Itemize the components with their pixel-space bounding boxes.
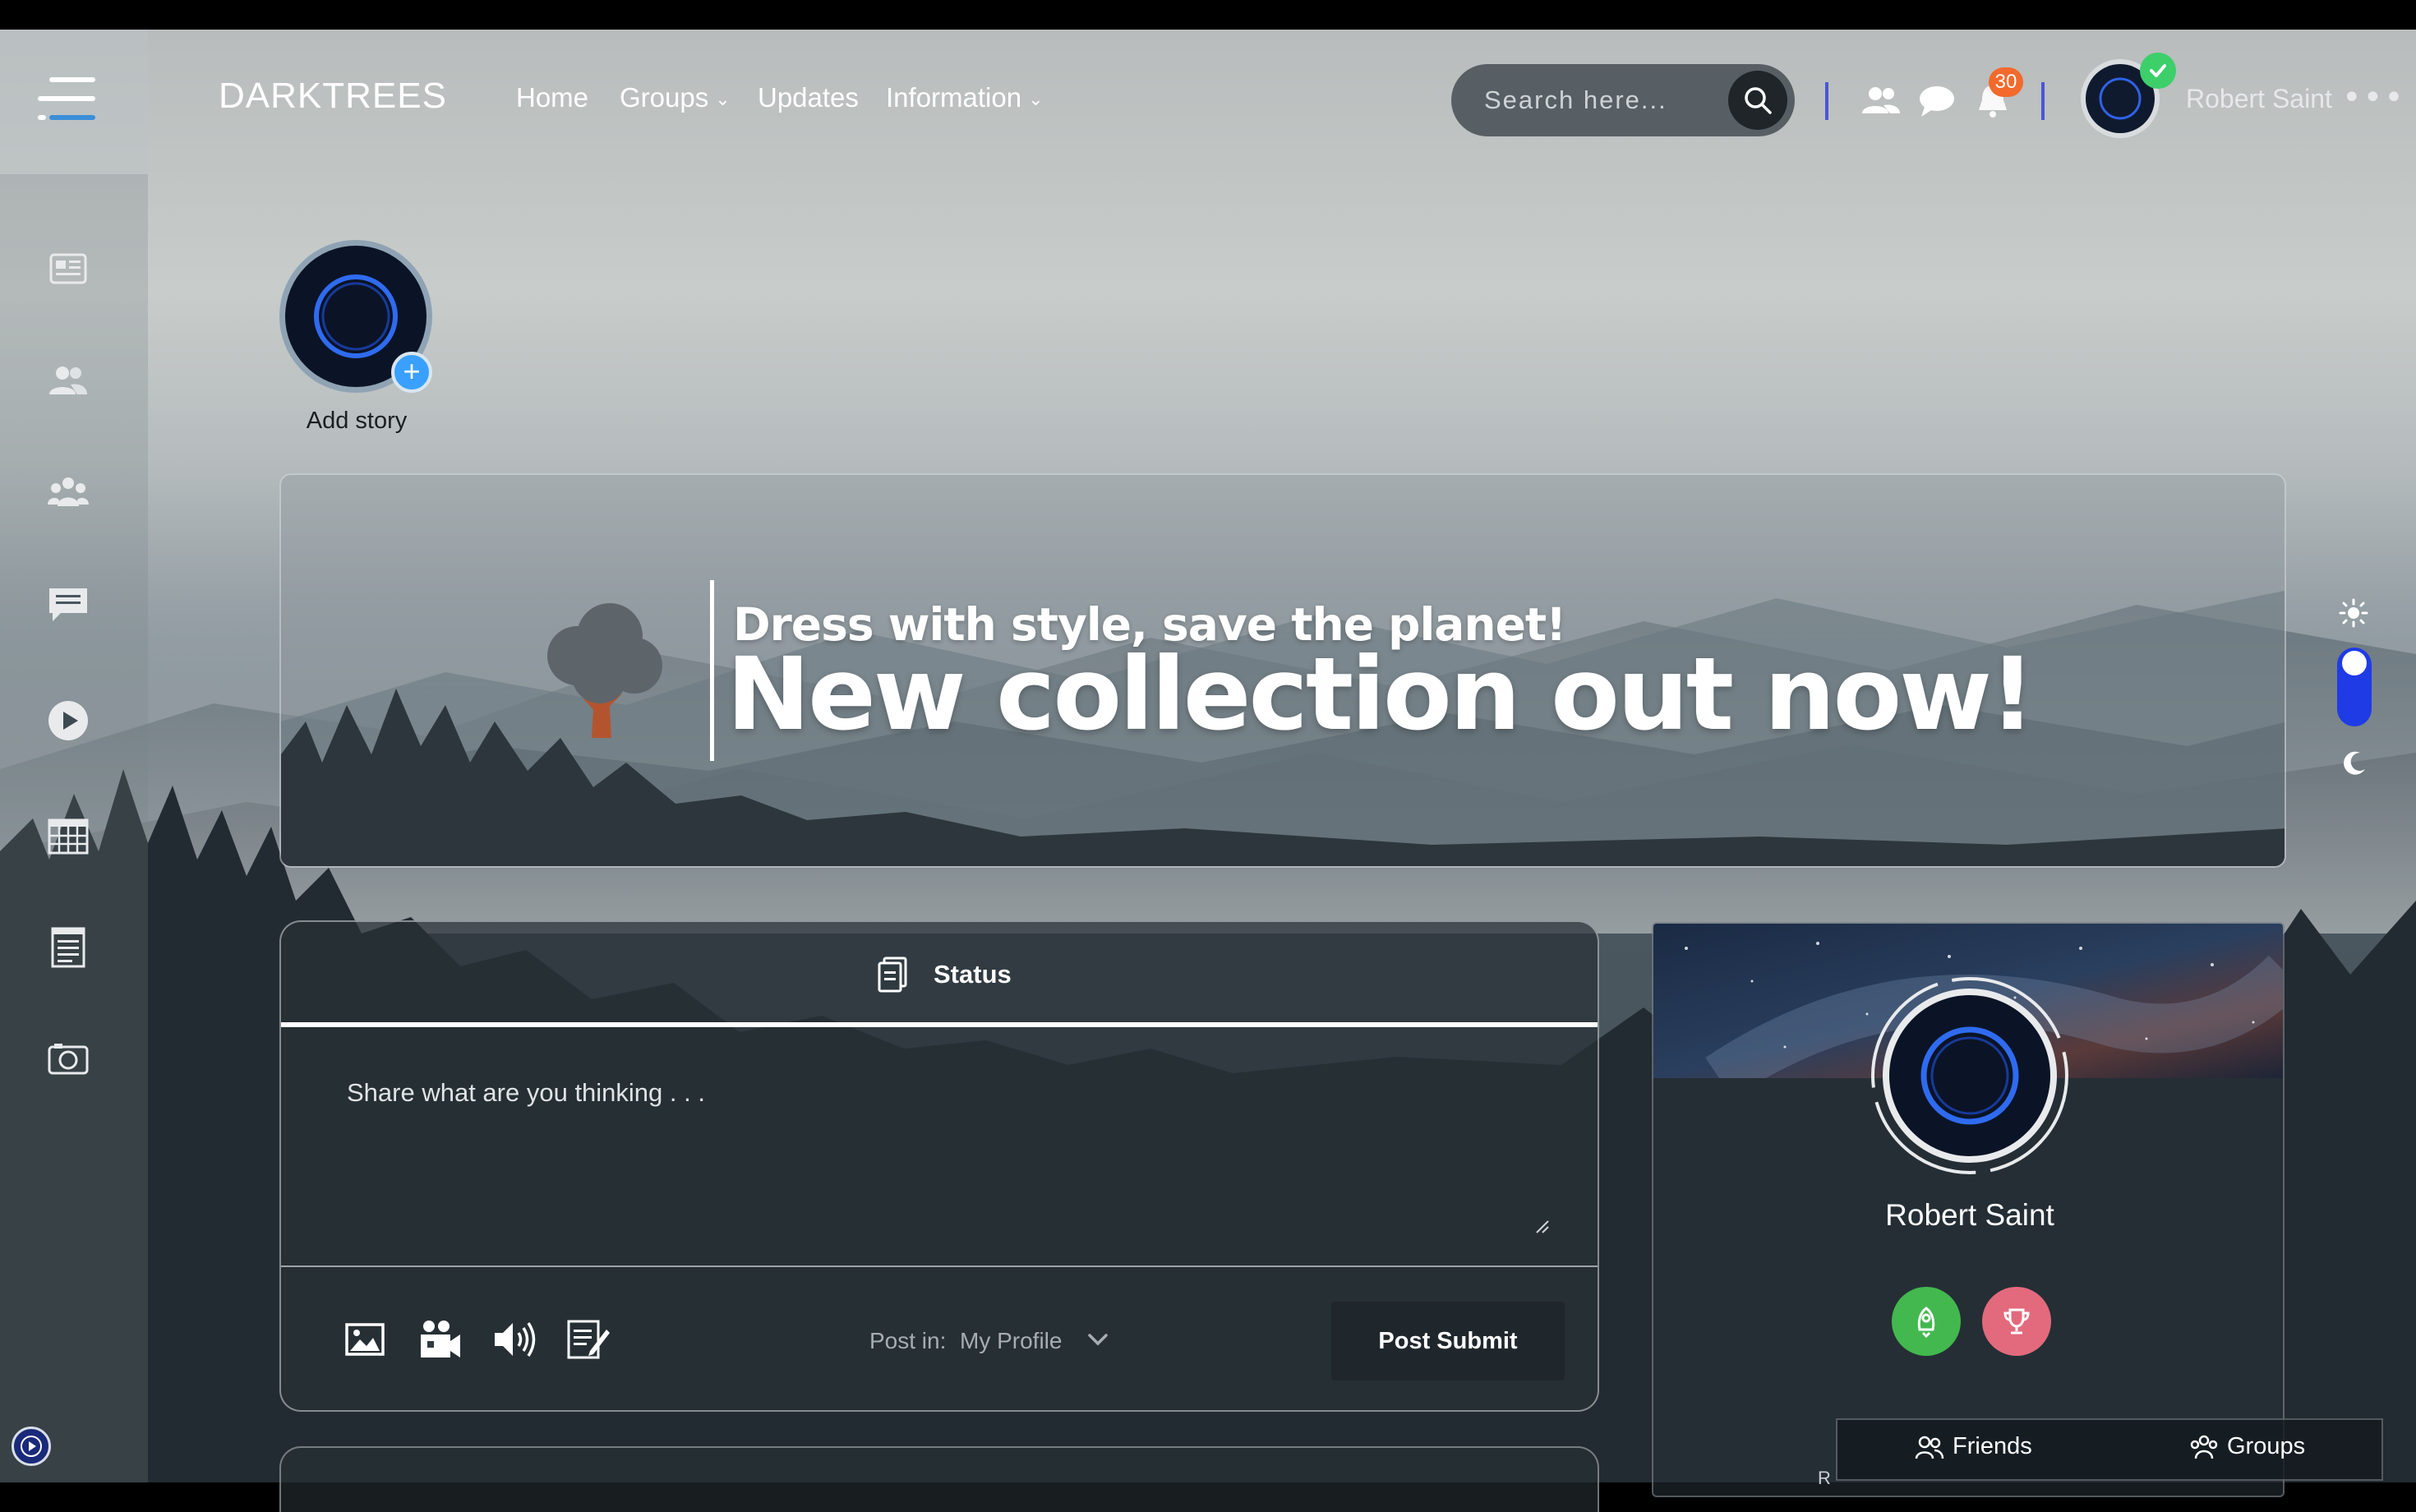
trophy-icon[interactable] xyxy=(1982,1287,2051,1356)
banner-divider xyxy=(710,580,714,761)
tab-friends-label: Friends xyxy=(1953,1433,2032,1459)
nav-information-label: Information xyxy=(886,82,1022,113)
post-in-label: Post in: xyxy=(869,1328,947,1353)
sun-icon[interactable] xyxy=(2339,598,2368,631)
nav-updates-label: Updates xyxy=(758,82,859,113)
friends-icon[interactable] xyxy=(1860,81,1902,122)
friends-icon xyxy=(1915,1436,1944,1459)
profile-avatar[interactable] xyxy=(1869,975,2071,1177)
status-tab-label: Status xyxy=(934,960,1012,989)
online-check-icon xyxy=(2140,53,2176,89)
nav-groups-label: Groups xyxy=(620,82,709,113)
video-camera-icon[interactable] xyxy=(417,1318,460,1361)
newsfeed-icon[interactable] xyxy=(46,247,90,291)
partial-text: R xyxy=(1818,1468,1831,1488)
friends-icon[interactable] xyxy=(46,358,90,403)
calendar-icon[interactable] xyxy=(46,814,90,858)
nav-updates[interactable]: Updates xyxy=(758,82,859,113)
more-options-icon[interactable]: ••• xyxy=(2342,79,2405,117)
chevron-down-icon[interactable] xyxy=(1086,1331,1109,1351)
header-divider xyxy=(2041,82,2045,120)
banner-title: New collection out now! xyxy=(726,636,2036,753)
tab-friends[interactable]: Friends xyxy=(1915,1433,2032,1460)
header-user-name[interactable]: Robert Saint xyxy=(2186,84,2332,114)
chevron-down-icon: ⌄ xyxy=(1028,89,1044,110)
tab-groups[interactable]: Groups xyxy=(2189,1433,2305,1460)
menu-toggle-button[interactable] xyxy=(0,30,148,174)
nav-groups[interactable]: Groups ⌄ xyxy=(620,82,731,113)
audio-icon[interactable] xyxy=(491,1318,536,1361)
hamburger-icon xyxy=(38,77,95,120)
status-composer: Status Post in: My Profile Post Submit xyxy=(279,920,1599,1412)
post-in-select[interactable]: My Profile xyxy=(960,1328,1062,1354)
add-story-plus-icon[interactable]: + xyxy=(391,352,432,393)
moon-icon[interactable] xyxy=(2340,749,2368,781)
tab-groups-label: Groups xyxy=(2227,1433,2306,1459)
search-input[interactable] xyxy=(1484,82,1690,118)
play-button[interactable] xyxy=(12,1427,51,1466)
tree-logo-icon xyxy=(528,590,675,758)
groups-icon[interactable] xyxy=(46,470,90,514)
profile-card: Robert Saint xyxy=(1652,922,2285,1497)
profile-name[interactable]: Robert Saint xyxy=(1653,1198,2283,1233)
notification-badge: 30 xyxy=(1989,67,2023,97)
add-story-label[interactable]: Add story xyxy=(279,408,434,435)
rocket-icon[interactable] xyxy=(1892,1287,1961,1356)
status-tab[interactable]: Status xyxy=(281,922,1598,1024)
theme-toggle-knob[interactable] xyxy=(2342,651,2367,675)
search-icon xyxy=(1745,87,1772,114)
post-submit-button[interactable]: Post Submit xyxy=(1331,1302,1565,1381)
resize-grip-icon[interactable] xyxy=(1533,1218,1550,1238)
note-icon[interactable] xyxy=(565,1318,610,1361)
search-button[interactable] xyxy=(1728,71,1787,130)
nav-home[interactable]: Home xyxy=(516,82,588,113)
play-icon xyxy=(21,1436,42,1457)
next-post-card xyxy=(279,1446,1599,1512)
messages-icon[interactable] xyxy=(46,582,90,626)
chevron-down-icon: ⌄ xyxy=(715,89,731,110)
nav-home-label: Home xyxy=(516,82,589,113)
status-separator xyxy=(281,1265,1598,1267)
chat-icon[interactable] xyxy=(1916,81,1957,122)
status-textarea[interactable] xyxy=(347,1078,1514,1234)
image-icon[interactable] xyxy=(343,1318,386,1361)
groups-icon xyxy=(2190,1435,2218,1459)
profile-tabs: Friends Groups xyxy=(1836,1418,2383,1481)
nav-information[interactable]: Information ⌄ xyxy=(886,82,1044,113)
promo-banner[interactable]: Dress with style, save the planet! New c… xyxy=(279,473,2286,868)
status-tab-underline xyxy=(281,1022,1598,1027)
document-icon xyxy=(876,957,909,996)
brand-logo[interactable]: DARKTREES xyxy=(219,76,447,117)
video-icon[interactable] xyxy=(46,698,90,743)
header-divider xyxy=(1825,82,1828,120)
photos-icon[interactable] xyxy=(46,1037,90,1081)
notes-icon[interactable] xyxy=(46,925,90,970)
